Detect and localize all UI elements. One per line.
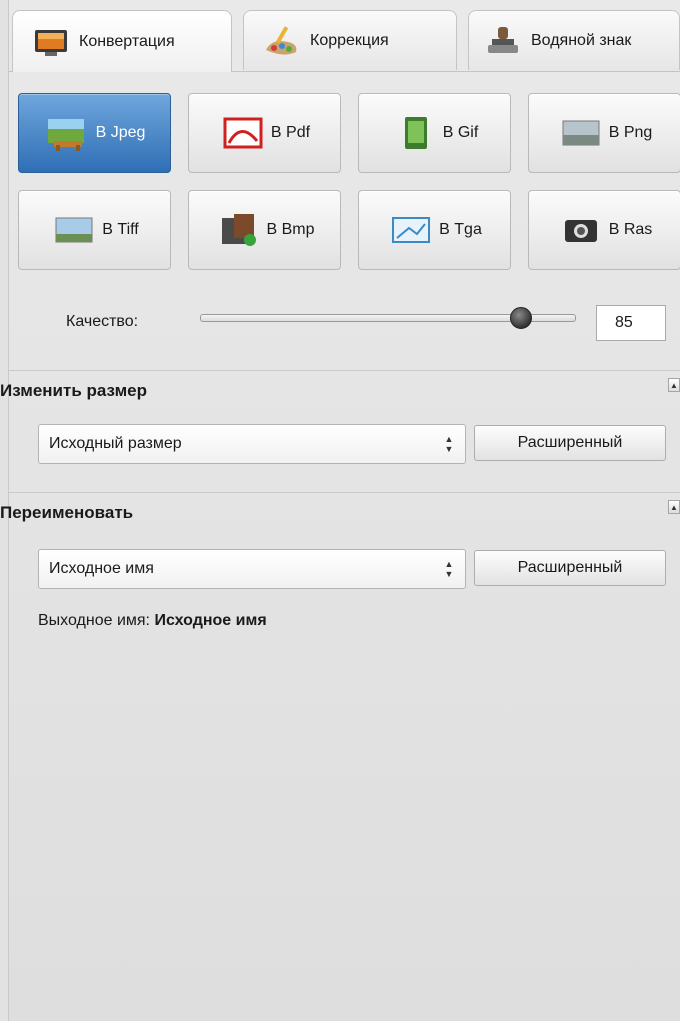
tab-label: Конвертация (79, 32, 175, 50)
output-name-value: Исходное имя (154, 612, 267, 629)
quality-slider[interactable] (200, 305, 576, 329)
resize-select[interactable]: Исходный размер ▲ ▼ (38, 424, 466, 464)
to-tiff-button[interactable]: В Tiff (18, 190, 171, 270)
tab-label: Водяной знак (531, 31, 632, 49)
resize-collapse-button[interactable]: ▲ (668, 378, 680, 392)
tiff-icon (55, 217, 93, 243)
monitor-icon (35, 29, 67, 56)
to-jpeg-label: В Jpeg (95, 124, 146, 141)
to-gif-button[interactable]: В Gif (358, 93, 511, 173)
to-tga-label: В Tga (439, 221, 482, 238)
to-tiff-label: В Tiff (102, 221, 139, 238)
to-bmp-label: В Bmp (266, 221, 315, 238)
png-icon (562, 120, 600, 146)
resize-section-title: Изменить размер (0, 381, 147, 400)
output-name-label: Выходное имя: (38, 612, 150, 629)
tab-watermark[interactable]: Водяной знак (468, 10, 680, 70)
to-png-button[interactable]: В Png (528, 93, 680, 173)
tab-correction[interactable]: Коррекция (243, 10, 457, 70)
to-gif-label: В Gif (442, 124, 479, 141)
to-bmp-button[interactable]: В Bmp (188, 190, 341, 270)
tab-bar: Конвертация Коррекция Водяной знак (12, 10, 680, 72)
section-divider (8, 370, 680, 371)
brush-palette-icon (266, 25, 297, 55)
bmp-icon (222, 214, 257, 246)
collapse-up-icon: ▲ (670, 502, 678, 512)
to-pdf-label: В Pdf (270, 124, 311, 141)
tga-icon (392, 217, 431, 243)
rename-select[interactable]: Исходное имя ▲ ▼ (38, 549, 466, 589)
rename-select-value: Исходное имя (49, 560, 154, 577)
updown-arrows-icon: ▲ ▼ (444, 559, 454, 579)
section-divider (8, 492, 680, 493)
jpeg-photo-icon (47, 119, 84, 151)
resize-advanced-button[interactable]: Расширенный (474, 425, 666, 461)
quality-label: Качество: (66, 313, 139, 330)
tab-label: Коррекция (310, 31, 389, 49)
rename-collapse-button[interactable]: ▲ (668, 500, 680, 514)
quality-slider-thumb[interactable] (509, 307, 532, 329)
tab-conversion[interactable]: Конвертация (12, 10, 232, 72)
ras-camera-icon (564, 220, 597, 242)
to-ras-label: В Ras (608, 221, 653, 238)
resize-select-value: Исходный размер (49, 435, 182, 452)
updown-arrows-icon: ▲ ▼ (444, 434, 454, 454)
to-png-label: В Png (608, 124, 653, 141)
quality-value-input[interactable]: 85 (596, 305, 666, 341)
to-tga-button[interactable]: В Tga (358, 190, 511, 270)
to-pdf-button[interactable]: В Pdf (188, 93, 341, 173)
rename-section-title: Переименовать (0, 503, 134, 522)
output-name-line: Выходное имя: Исходное имя (38, 612, 267, 630)
gif-icon (404, 117, 427, 149)
to-jpeg-button[interactable]: В Jpeg (18, 93, 171, 173)
rename-advanced-button[interactable]: Расширенный (474, 550, 666, 586)
collapse-up-icon: ▲ (670, 380, 678, 390)
pdf-icon (223, 117, 263, 149)
stamp-icon (488, 26, 518, 53)
to-ras-button[interactable]: В Ras (528, 190, 680, 270)
